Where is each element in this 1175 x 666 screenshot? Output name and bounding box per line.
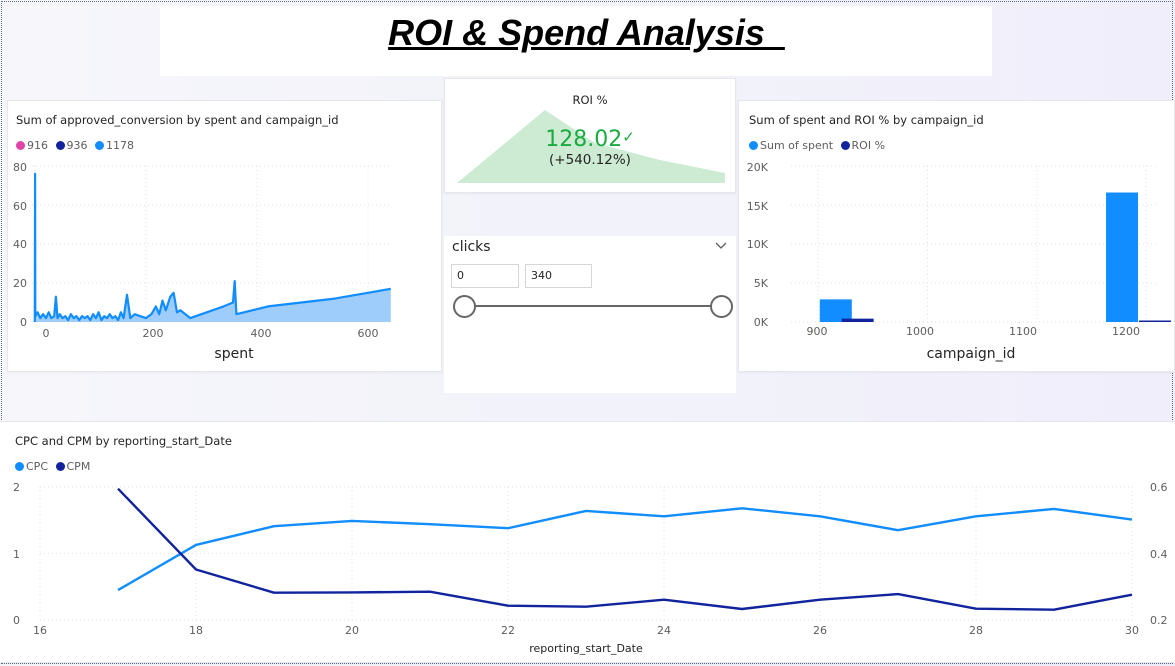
x-tick: 28 (969, 624, 983, 637)
bar-936-spent[interactable] (841, 318, 874, 322)
kpi-change: (+540.12%) (549, 152, 631, 168)
y-tick-right: 0.6 (1150, 481, 1168, 494)
kpi-title: ROI % (572, 93, 608, 107)
x-tick: 30 (1125, 624, 1139, 637)
y-tick: 60 (13, 200, 27, 213)
x-tick: 400 (251, 327, 272, 340)
slicer-max-input[interactable]: 340 (525, 264, 592, 288)
y-tick: 0 (20, 316, 27, 329)
x-tick: 26 (813, 624, 827, 637)
spent-roi-chart[interactable]: Sum of spent and ROI % by campaign_id Su… (738, 100, 1175, 372)
series-line-cpm[interactable] (117, 487, 1133, 611)
cpc-cpm-chart[interactable]: CPC and CPM by reporting_start_Date CPC … (0, 421, 1175, 663)
x-tick: 22 (501, 624, 515, 637)
x-tick: 600 (358, 327, 379, 340)
x-tick: 200 (143, 327, 164, 340)
check-icon: ✓ (622, 128, 635, 146)
clicks-slicer: clicks 0 340 (444, 236, 736, 393)
slicer-min-input[interactable]: 0 (451, 264, 519, 288)
y-tick: 10K (747, 238, 769, 251)
bar-916-spent[interactable] (819, 299, 852, 322)
kpi-number: 128.02 (545, 127, 623, 152)
x-tick: 900 (807, 325, 828, 338)
approved-conversion-chart[interactable]: Sum of approved_conversion by spent and … (7, 100, 442, 372)
x-axis-label: reporting_start_Date (529, 642, 643, 655)
x-axis-label: spent (214, 346, 254, 362)
y-tick-right: 0.4 (1150, 548, 1168, 561)
slider-min-handle[interactable] (453, 295, 476, 318)
y-tick: 0K (754, 316, 769, 329)
y-tick-left: 1 (13, 548, 20, 561)
bar-1178-roi[interactable] (1139, 320, 1172, 323)
slider-max-handle[interactable] (710, 295, 733, 318)
kpi-value: 128.02✓ (445, 127, 735, 152)
y-tick: 5K (754, 277, 769, 290)
x-tick: 18 (189, 624, 203, 637)
chart2-plot: 0K 5K 10K 15K 20K 900 1000 1100 1200 cam… (747, 161, 1172, 362)
series-area-1178 (34, 173, 391, 322)
y-tick: 80 (13, 161, 27, 174)
chart1-plot: 0 20 40 60 80 0 200 400 600 spent (13, 161, 392, 362)
roi-kpi-card[interactable]: ROI % 128.02✓ (+540.12%) (444, 78, 736, 193)
x-tick: 16 (33, 624, 47, 637)
x-axis-label: campaign_id (927, 346, 1016, 362)
slider-track[interactable] (464, 305, 724, 307)
x-tick: 1000 (906, 325, 934, 338)
y-tick-left: 0 (13, 614, 20, 627)
bar-1178-spent[interactable] (1106, 192, 1139, 322)
title-card: ROI & Spend Analysis (160, 6, 992, 76)
x-tick: 1200 (1112, 325, 1140, 338)
chevron-down-icon[interactable] (715, 239, 727, 254)
y-tick: 40 (13, 238, 27, 251)
report-title: ROI & Spend Analysis (388, 12, 785, 53)
slicer-title: clicks (452, 239, 491, 255)
y-tick-right: 0.2 (1150, 614, 1168, 627)
y-tick: 20 (13, 277, 27, 290)
x-tick: 0 (43, 327, 50, 340)
x-tick: 1100 (1009, 325, 1037, 338)
y-tick-left: 2 (13, 481, 20, 494)
y-tick: 20K (747, 161, 769, 174)
y-tick: 15K (747, 200, 769, 213)
x-tick: 20 (345, 624, 359, 637)
series-line-cpc[interactable] (117, 507, 1133, 592)
x-tick: 24 (657, 624, 671, 637)
chart3-plot: 0 1 2 0.2 0.4 0.6 16 18 20 22 24 26 28 3… (13, 481, 1168, 655)
